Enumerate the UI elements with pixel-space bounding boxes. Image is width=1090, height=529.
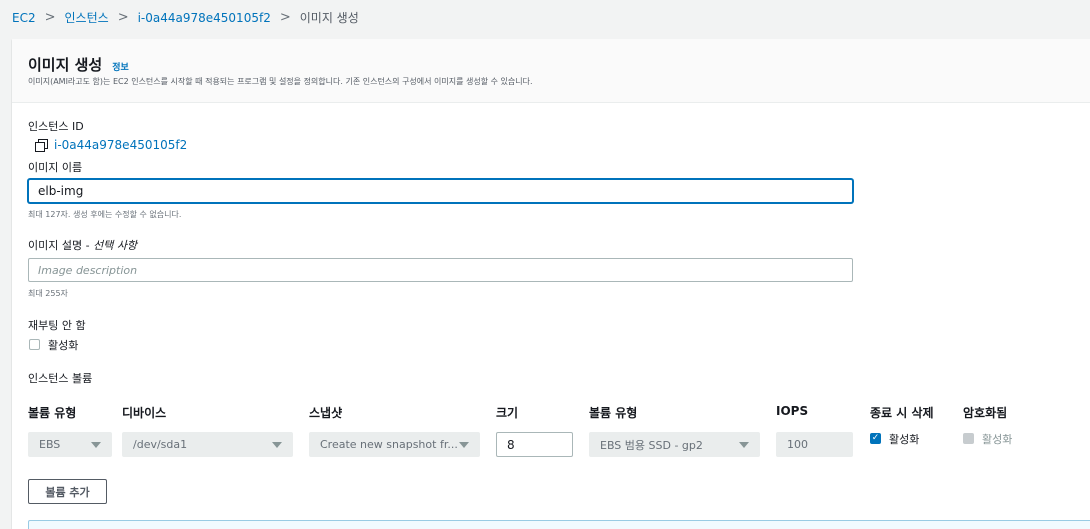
image-name-label: 이미지 이름 bbox=[28, 161, 83, 174]
image-name-input[interactable]: elb-img bbox=[28, 179, 853, 203]
col-iops: IOPS bbox=[776, 404, 809, 418]
instance-id-value[interactable]: i-0a44a978e450105f2 bbox=[54, 138, 187, 152]
instance-volumes-label: 인스턴스 볼륨 bbox=[28, 372, 93, 385]
breadcrumb: EC2 > 인스턴스 > i-0a44a978e450105f2 > 이미지 생… bbox=[12, 9, 359, 26]
caret-down-icon bbox=[459, 442, 469, 448]
chevron-right-icon: > bbox=[117, 10, 129, 25]
iops-input: 100 bbox=[776, 432, 853, 457]
col-volume-type: 볼륨 유형 bbox=[28, 406, 77, 420]
breadcrumb-current: 이미지 생성 bbox=[299, 11, 359, 25]
device-select: /dev/sda1 bbox=[122, 432, 293, 457]
no-reboot-label: 재부팅 안 함 bbox=[28, 319, 86, 332]
image-description-input[interactable]: Image description bbox=[28, 258, 853, 282]
caret-down-icon bbox=[91, 442, 101, 448]
copy-icon[interactable] bbox=[35, 139, 48, 152]
encrypted-checkbox bbox=[963, 433, 974, 444]
col-snapshot: 스냅샷 bbox=[309, 406, 343, 420]
caret-down-icon bbox=[739, 442, 749, 448]
info-alert-box bbox=[28, 520, 1090, 529]
snapshot-select: Create new snapshot fr... bbox=[309, 432, 480, 457]
image-description-hint: 최대 255자 bbox=[28, 289, 68, 298]
create-image-panel: 이미지 생성 정보 이미지(AMI라고도 함)는 EC2 인스턴스를 시작할 때… bbox=[12, 39, 1090, 529]
breadcrumb-ec2[interactable]: EC2 bbox=[12, 11, 36, 25]
delete-on-termination-label: 활성화 bbox=[889, 433, 920, 446]
breadcrumb-instance-id[interactable]: i-0a44a978e450105f2 bbox=[138, 11, 271, 25]
instance-id-label: 인스턴스 ID bbox=[28, 120, 84, 133]
panel-header: 이미지 생성 정보 이미지(AMI라고도 함)는 EC2 인스턴스를 시작할 때… bbox=[12, 39, 1090, 103]
delete-on-termination-checkbox[interactable]: ✓ bbox=[870, 433, 881, 444]
col-encrypted: 암호화됨 bbox=[963, 406, 1008, 420]
chevron-right-icon: > bbox=[279, 10, 291, 25]
col-size: 크기 bbox=[496, 406, 519, 420]
chevron-right-icon: > bbox=[44, 10, 56, 25]
ebs-volume-type-select: EBS 범용 SSD - gp2 bbox=[589, 432, 760, 457]
add-volume-button[interactable]: 볼륨 추가 bbox=[28, 479, 107, 504]
volume-type-select: EBS bbox=[28, 432, 112, 457]
no-reboot-checkbox-label: 활성화 bbox=[48, 339, 79, 352]
page-description: 이미지(AMI라고도 함)는 EC2 인스턴스를 시작할 때 적용되는 프로그램… bbox=[28, 77, 533, 86]
col-device: 디바이스 bbox=[122, 406, 167, 420]
page-title: 이미지 생성 bbox=[28, 56, 103, 74]
info-link[interactable]: 정보 bbox=[112, 60, 129, 73]
instance-id-link[interactable]: i-0a44a978e450105f2 bbox=[35, 138, 187, 152]
caret-down-icon bbox=[272, 442, 282, 448]
col-delete-on-termination: 종료 시 삭제 bbox=[870, 406, 934, 420]
breadcrumb-instances[interactable]: 인스턴스 bbox=[65, 9, 109, 26]
image-description-label: 이미지 설명 - 선택 사항 bbox=[28, 239, 138, 252]
col-ebs-volume-type: 볼륨 유형 bbox=[589, 406, 638, 420]
encrypted-label: 활성화 bbox=[982, 433, 1013, 446]
size-input[interactable]: 8 bbox=[496, 432, 573, 457]
no-reboot-checkbox[interactable] bbox=[29, 339, 40, 350]
image-name-hint: 최대 127자. 생성 후에는 수정할 수 없습니다. bbox=[28, 210, 182, 219]
